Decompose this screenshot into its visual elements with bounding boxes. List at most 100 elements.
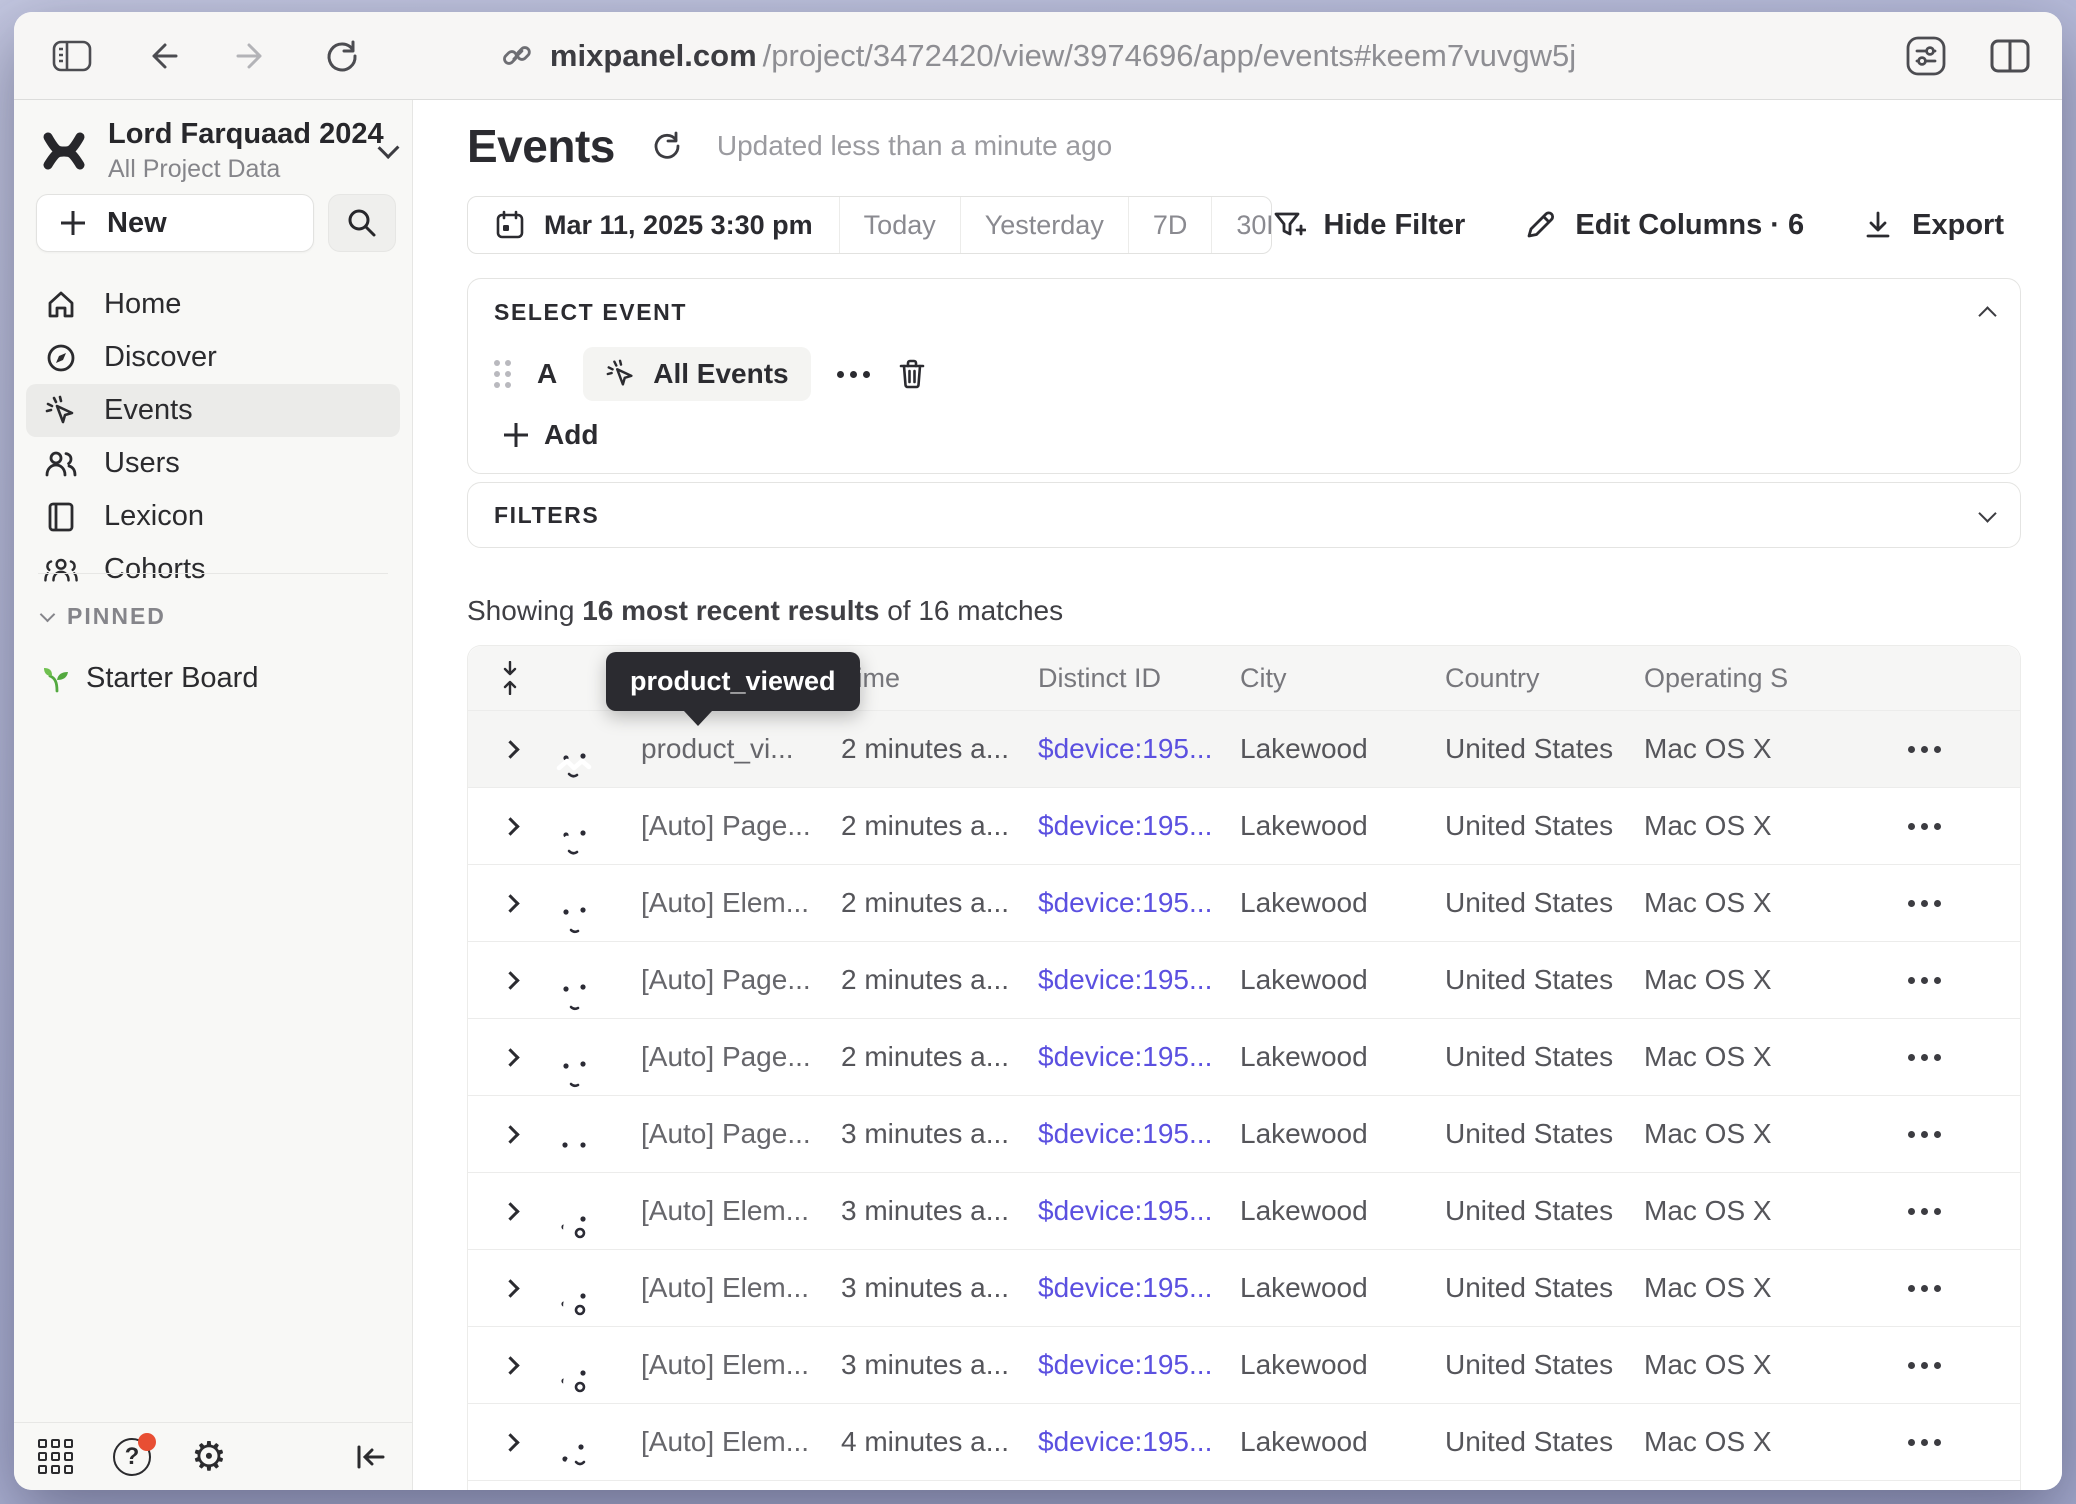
date-picker[interactable]: Mar 11, 2025 3:30 pm <box>468 197 839 253</box>
distinct-id-link[interactable]: $device:195... <box>1038 964 1240 996</box>
column-header-os[interactable]: Operating S <box>1644 663 1828 694</box>
sidebar-item-users[interactable]: Users <box>26 437 400 490</box>
distinct-id-link[interactable]: $device:195... <box>1038 1426 1240 1458</box>
pinned-section-header[interactable]: PINNED <box>42 603 166 630</box>
range-yesterday[interactable]: Yesterday <box>960 197 1128 253</box>
row-actions-icon[interactable] <box>1828 1054 2020 1061</box>
event-selector[interactable]: All Events <box>583 347 810 401</box>
expand-section-icon[interactable] <box>1978 504 1996 522</box>
edit-columns-button[interactable]: Edit Columns · 6 <box>1523 208 1804 242</box>
expand-row-icon[interactable] <box>501 971 519 989</box>
sort-icon[interactable] <box>502 661 518 695</box>
compass-icon <box>44 342 78 374</box>
new-button[interactable]: New <box>36 194 314 252</box>
browser-sidebar-toggle-icon[interactable] <box>50 34 94 78</box>
distinct-id-link[interactable]: $device:195... <box>1038 1041 1240 1073</box>
row-actions-icon[interactable] <box>1828 1131 2020 1138</box>
expand-row-icon[interactable] <box>501 740 519 758</box>
row-actions-icon[interactable] <box>1828 1362 2020 1369</box>
download-icon <box>1862 209 1894 241</box>
table-row[interactable]: [Auto] Page... 2 minutes a... $device:19… <box>468 1018 2020 1095</box>
table-row[interactable]: [Auto] Elem... 2 minutes a... $device:19… <box>468 864 2020 941</box>
project-switcher[interactable]: Lord Farquaad 2024 All Project Data <box>38 118 396 184</box>
expand-row-icon[interactable] <box>501 1356 519 1374</box>
row-actions-icon[interactable] <box>1828 1208 2020 1215</box>
range-today[interactable]: Today <box>839 197 960 253</box>
apps-grid-icon[interactable] <box>38 1439 73 1474</box>
page-settings-icon[interactable] <box>1904 34 1948 78</box>
help-icon[interactable]: ? <box>113 1438 151 1476</box>
column-header-city[interactable]: City <box>1240 663 1445 694</box>
table-row[interactable]: [Auto] Page... 2 minutes a... $device:19… <box>468 787 2020 864</box>
range-7d[interactable]: 7D <box>1128 197 1212 253</box>
event-name: [Auto] Page... <box>641 810 841 842</box>
range-30d[interactable]: 30D <box>1211 197 1271 253</box>
sidebar-item-discover[interactable]: Discover <box>26 331 400 384</box>
column-header-country[interactable]: Country <box>1445 663 1644 694</box>
event-name: [Auto] Page... <box>641 1118 841 1150</box>
table-row[interactable]: [Auto] Page... 2 minutes a... $device:19… <box>468 941 2020 1018</box>
sidebar-item-events[interactable]: Events <box>26 384 400 437</box>
row-actions-icon[interactable] <box>1828 1439 2020 1446</box>
event-cursor-icon <box>44 394 78 428</box>
forward-icon[interactable] <box>230 34 274 78</box>
table-row[interactable]: [Auto] Page... 3 minutes a... $device:19… <box>468 1095 2020 1172</box>
reload-icon[interactable] <box>320 34 364 78</box>
distinct-id-link[interactable]: $device:195... <box>1038 810 1240 842</box>
country: United States <box>1445 1195 1644 1227</box>
distinct-id-link[interactable]: $device:195... <box>1038 887 1240 919</box>
expand-row-icon[interactable] <box>501 1202 519 1220</box>
column-header-distinct-id[interactable]: Distinct ID <box>1038 663 1240 694</box>
table-row[interactable]: [Auto] Elem... 3 minutes a... $device:19… <box>468 1326 2020 1403</box>
collapse-section-icon[interactable] <box>1978 306 1996 324</box>
more-options-icon[interactable] <box>837 371 870 378</box>
expand-row-icon[interactable] <box>501 817 519 835</box>
collapse-sidebar-icon[interactable] <box>354 1442 388 1472</box>
drag-handle-icon[interactable] <box>494 360 511 388</box>
expand-row-icon[interactable] <box>501 1048 519 1066</box>
trash-icon[interactable] <box>896 357 928 391</box>
export-button[interactable]: Export <box>1862 209 2004 242</box>
address-bar[interactable]: mixpanel.com/project/3472420/view/397469… <box>500 12 1576 100</box>
back-icon[interactable] <box>140 34 184 78</box>
hide-filter-button[interactable]: Hide Filter <box>1272 208 1466 242</box>
search-button[interactable] <box>328 194 396 252</box>
refresh-icon[interactable] <box>649 129 683 163</box>
filters-panel[interactable]: FILTERS <box>467 482 2021 548</box>
expand-row-icon[interactable] <box>501 1279 519 1297</box>
date-range-control: Mar 11, 2025 3:30 pm Today Yesterday 7D … <box>467 196 1272 254</box>
column-header-time[interactable]: Time <box>841 663 1038 694</box>
expand-row-icon[interactable] <box>501 894 519 912</box>
sidebar-item-home[interactable]: Home <box>26 278 400 331</box>
sidebar-item-cohorts[interactable]: Cohorts <box>26 543 400 596</box>
distinct-id-link[interactable]: $device:195... <box>1038 1195 1240 1227</box>
os: Mac OS X <box>1644 810 1828 842</box>
row-actions-icon[interactable] <box>1828 823 2020 830</box>
table-row[interactable]: [Auto] Elem... 3 minutes a... $device:19… <box>468 1172 2020 1249</box>
event-row-letter: A <box>537 358 557 390</box>
expand-row-icon[interactable] <box>501 1125 519 1143</box>
event-time: 2 minutes a... <box>841 964 1038 996</box>
distinct-id-link[interactable]: $device:195... <box>1038 1349 1240 1381</box>
expand-row-icon[interactable] <box>501 1433 519 1451</box>
row-actions-icon[interactable] <box>1828 900 2020 907</box>
table-row[interactable] <box>468 1480 2020 1490</box>
tooltip-arrow <box>684 711 712 726</box>
distinct-id-link[interactable]: $device:195... <box>1038 1118 1240 1150</box>
distinct-id-link[interactable]: $device:195... <box>1038 733 1240 765</box>
gear-icon[interactable]: ⚙ <box>191 1437 227 1477</box>
sidebar-item-lexicon[interactable]: Lexicon <box>26 490 400 543</box>
add-event-button[interactable]: Add <box>504 419 598 451</box>
row-actions-icon[interactable] <box>1828 746 2020 753</box>
split-view-icon[interactable] <box>1988 34 2032 78</box>
row-actions-icon[interactable] <box>1828 1285 2020 1292</box>
row-actions-icon[interactable] <box>1828 977 2020 984</box>
sidebar-item-starter-board[interactable]: Starter Board <box>42 662 258 695</box>
event-name: [Auto] Elem... <box>641 1272 841 1304</box>
table-row[interactable]: [Auto] Elem... 3 minutes a... $device:19… <box>468 1249 2020 1326</box>
table-row[interactable]: [Auto] Elem... 4 minutes a... $device:19… <box>468 1403 2020 1480</box>
os: Mac OS X <box>1644 1426 1828 1458</box>
os: Mac OS X <box>1644 1195 1828 1227</box>
distinct-id-link[interactable]: $device:195... <box>1038 1272 1240 1304</box>
sidebar-footer: ? ⚙ <box>14 1422 412 1490</box>
